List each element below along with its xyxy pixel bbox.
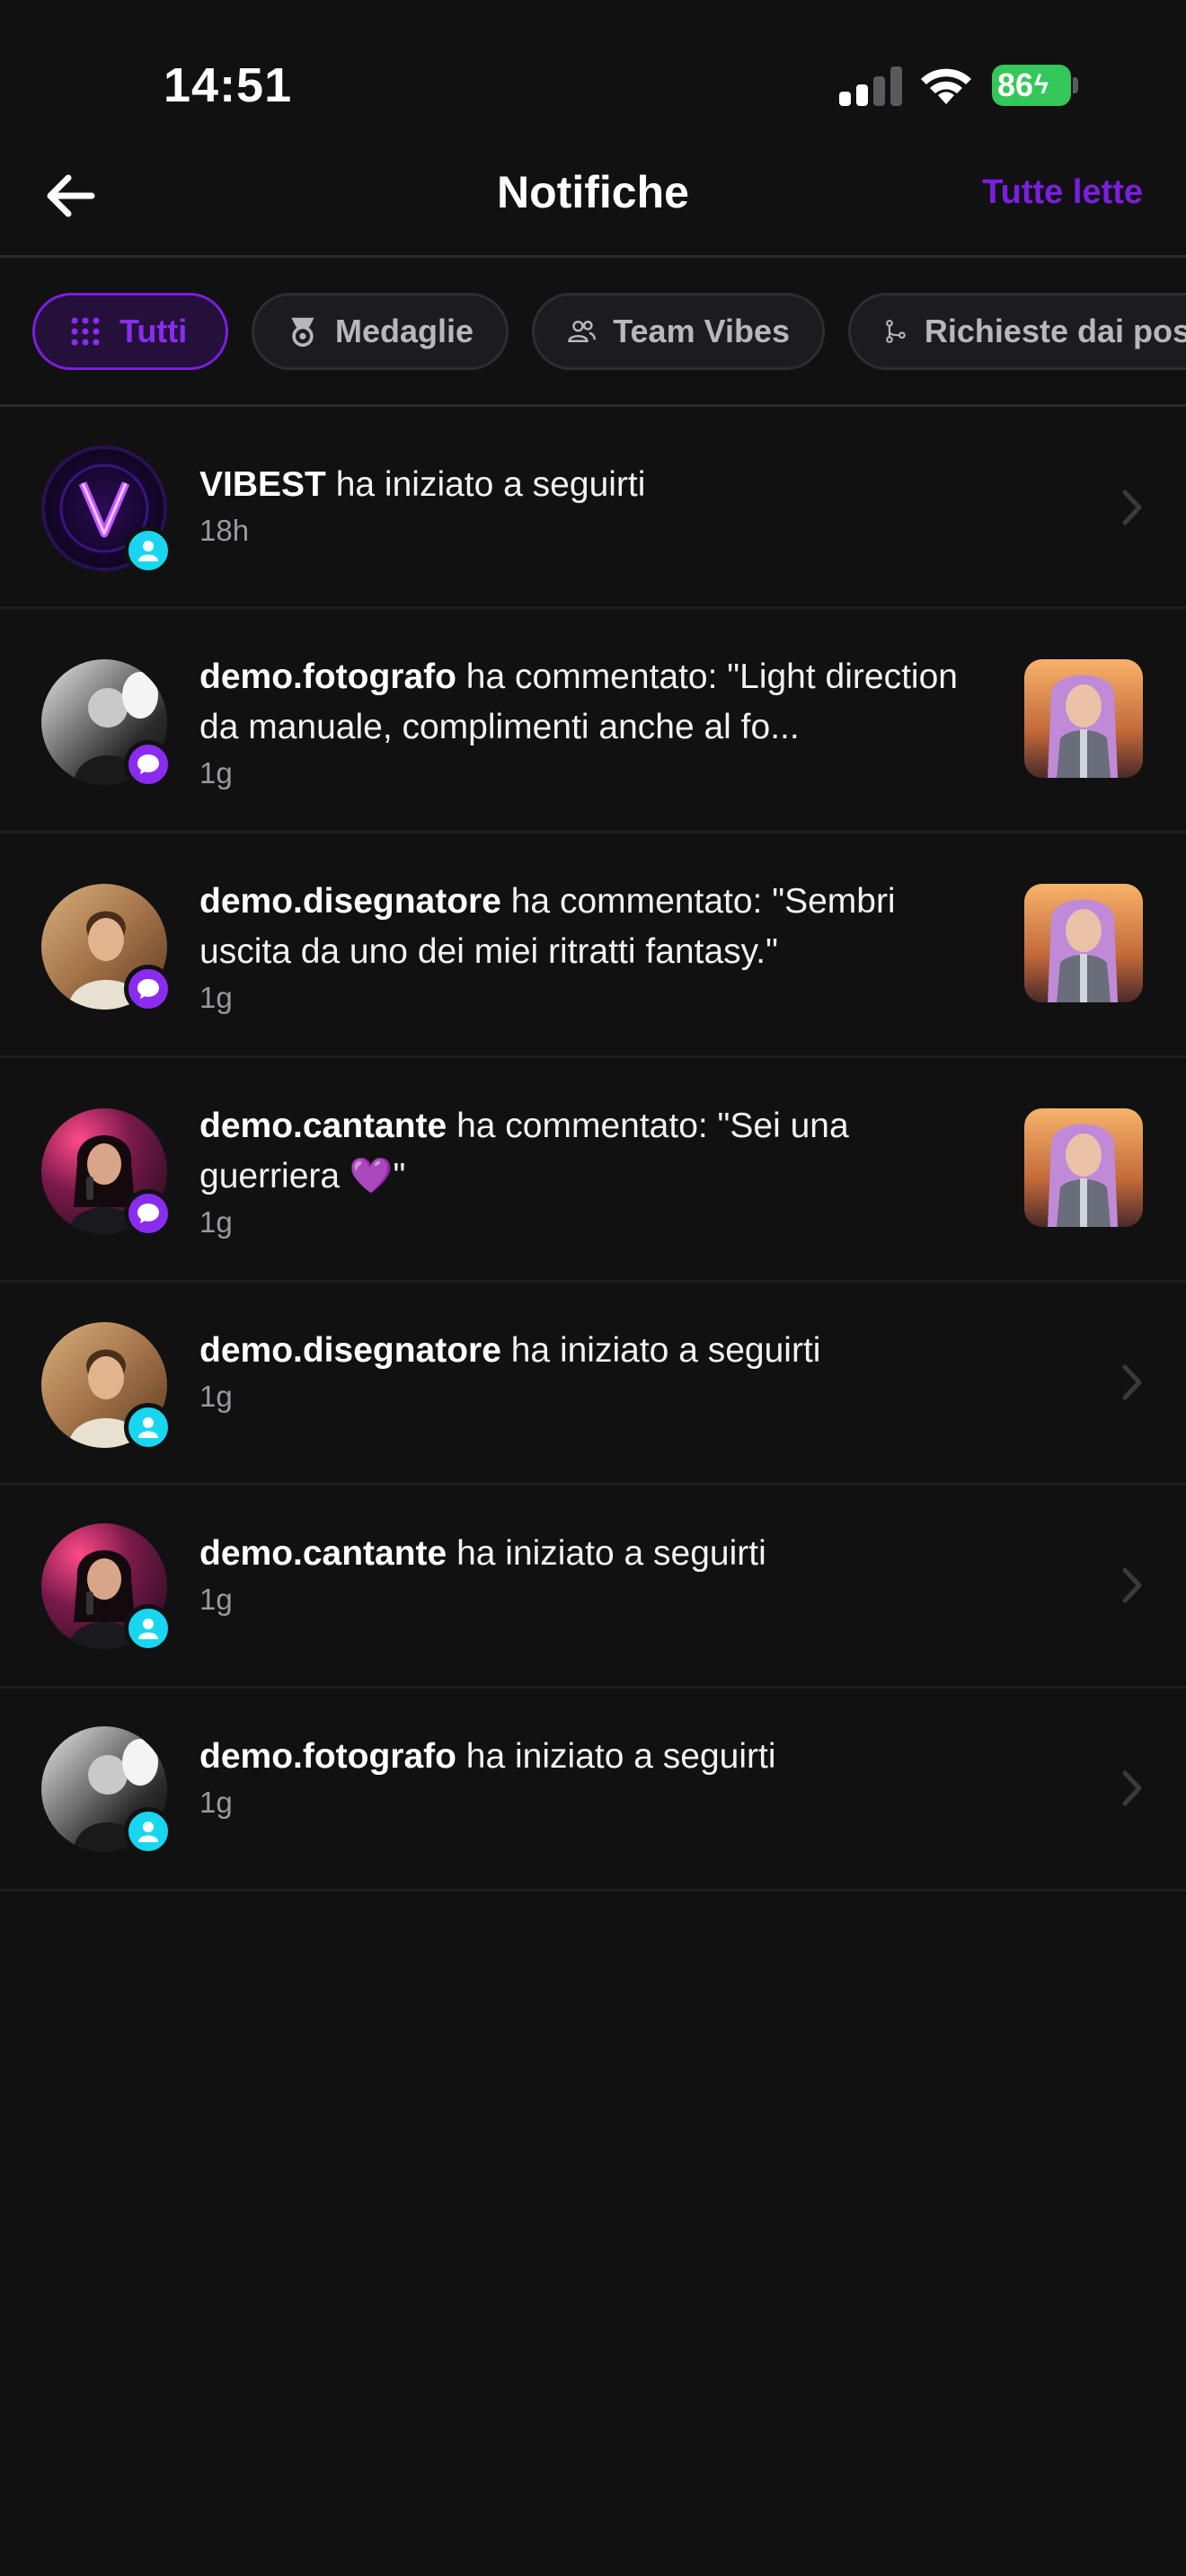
notification-time: 1g (199, 1380, 233, 1413)
follow-badge-icon (124, 1604, 173, 1653)
notifications-screen: 14:51 86 ϟ Notifiche Tutte lette Tutti M… (0, 0, 1186, 2576)
follow-badge-icon (124, 1403, 173, 1451)
tab-medals-label: Medaglie (334, 313, 474, 349)
notification-message: demo.cantante ha iniziato a seguirti (199, 1529, 1080, 1579)
notification-username: demo.disegnatore (199, 882, 501, 921)
post-thumbnail[interactable] (1024, 1108, 1143, 1227)
avatar[interactable] (41, 884, 173, 1013)
notification-username: demo.fotografo (199, 657, 456, 696)
battery-level: 86 (997, 66, 1034, 103)
mark-all-read-button[interactable]: Tutte lette (982, 156, 1143, 228)
filter-tabs: Tutti Medaglie Team Vibes Richieste dai … (0, 257, 1186, 406)
avatar[interactable] (41, 1108, 173, 1238)
notification-action: ha iniziato a seguirti (456, 1737, 776, 1776)
notification-text: demo.disegnatore ha commentato: "Sembri … (199, 877, 990, 1015)
follow-badge-icon (124, 1807, 173, 1856)
avatar[interactable] (41, 1322, 173, 1451)
avatar[interactable] (41, 1726, 173, 1856)
post-thumbnail[interactable] (1024, 884, 1143, 1002)
avatar[interactable] (41, 659, 173, 789)
notification-row[interactable]: demo.cantante ha commentato: "Sei una gu… (0, 1058, 1186, 1283)
notification-message: demo.disegnatore ha commentato: "Sembri … (199, 877, 990, 977)
charging-bolt-icon: ϟ (1034, 70, 1049, 100)
notification-time: 1g (199, 981, 233, 1014)
notification-action: ha iniziato a seguirti (500, 1331, 821, 1370)
notification-time: 1g (199, 756, 233, 790)
tab-team-vibes-label: Team Vibes (613, 313, 790, 349)
notification-action: ha iniziato a seguirti (447, 1534, 766, 1573)
notification-username: demo.cantante (199, 1534, 447, 1573)
post-thumbnail[interactable] (1024, 659, 1143, 778)
comment-badge-icon (124, 1189, 173, 1238)
notification-action: ha iniziato a seguirti (325, 465, 646, 504)
notification-time: 1g (199, 1786, 233, 1819)
wifi-icon (921, 68, 971, 104)
notification-username: demo.fotografo (199, 1737, 456, 1776)
notification-username: demo.cantante (199, 1107, 447, 1145)
tab-all[interactable]: Tutti (32, 293, 228, 370)
notification-text: demo.fotografo ha iniziato a seguirti 1g (199, 1732, 1080, 1820)
notification-text: demo.disegnatore ha iniziato a seguirti … (199, 1326, 1080, 1414)
avatar[interactable] (41, 1523, 173, 1653)
grid-dots-icon (71, 317, 100, 346)
battery-cap (1073, 77, 1078, 93)
notification-time: 1g (199, 1205, 233, 1239)
users-icon (568, 320, 596, 343)
medal-icon (291, 317, 314, 348)
notification-row[interactable]: demo.disegnatore ha commentato: "Sembri … (0, 834, 1186, 1058)
notification-row[interactable]: demo.cantante ha iniziato a seguirti 1g (0, 1486, 1186, 1689)
tab-team-vibes[interactable]: Team Vibes (532, 293, 825, 370)
status-time: 14:51 (164, 58, 293, 112)
avatar[interactable] (41, 446, 173, 575)
notification-message: demo.disegnatore ha iniziato a seguirti (199, 1326, 1080, 1376)
tab-medals[interactable]: Medaglie (252, 293, 509, 370)
tab-post-requests-label: Richieste dai pos (924, 313, 1186, 349)
tab-post-requests[interactable]: Richieste dai pos (848, 293, 1186, 370)
status-bar: 14:51 86 ϟ (0, 0, 1186, 135)
chevron-right-icon (1122, 490, 1142, 525)
notification-username: demo.disegnatore (199, 1331, 501, 1370)
notification-message: demo.fotografo ha commentato: "Light dir… (199, 652, 990, 753)
notification-text: VIBEST ha iniziato a seguirti 18h (199, 460, 1080, 548)
branch-icon (886, 320, 906, 343)
notification-text: demo.cantante ha iniziato a seguirti 1g (199, 1529, 1080, 1617)
tab-all-label: Tutti (119, 313, 188, 349)
notification-row[interactable]: demo.fotografo ha commentato: "Light dir… (0, 609, 1186, 834)
notification-text: demo.fotografo ha commentato: "Light dir… (199, 652, 990, 790)
notification-row[interactable]: demo.disegnatore ha iniziato a seguirti … (0, 1283, 1186, 1486)
notification-text: demo.cantante ha commentato: "Sei una gu… (199, 1101, 990, 1239)
comment-badge-icon (124, 965, 173, 1013)
notification-time: 18h (199, 514, 250, 547)
notification-row[interactable]: demo.fotografo ha iniziato a seguirti 1g (0, 1689, 1186, 1892)
notification-row[interactable]: VIBEST ha iniziato a seguirti 18h (0, 406, 1186, 609)
notification-message: demo.cantante ha commentato: "Sei una gu… (199, 1101, 990, 1202)
notification-message: demo.fotografo ha iniziato a seguirti (199, 1732, 1080, 1782)
notification-list: VIBEST ha iniziato a seguirti 18h demo.f… (0, 406, 1186, 1892)
comment-badge-icon (124, 740, 173, 789)
battery-indicator: 86 ϟ (992, 65, 1071, 106)
chevron-right-icon (1122, 1567, 1142, 1603)
notification-message: VIBEST ha iniziato a seguirti (199, 460, 1080, 510)
chevron-right-icon (1122, 1364, 1142, 1400)
chevron-right-icon (1122, 1770, 1142, 1806)
follow-badge-icon (124, 526, 173, 575)
notification-time: 1g (199, 1583, 233, 1616)
notification-username: VIBEST (199, 465, 326, 504)
cellular-signal-icon (839, 66, 902, 106)
header: Notifiche Tutte lette (0, 135, 1186, 257)
